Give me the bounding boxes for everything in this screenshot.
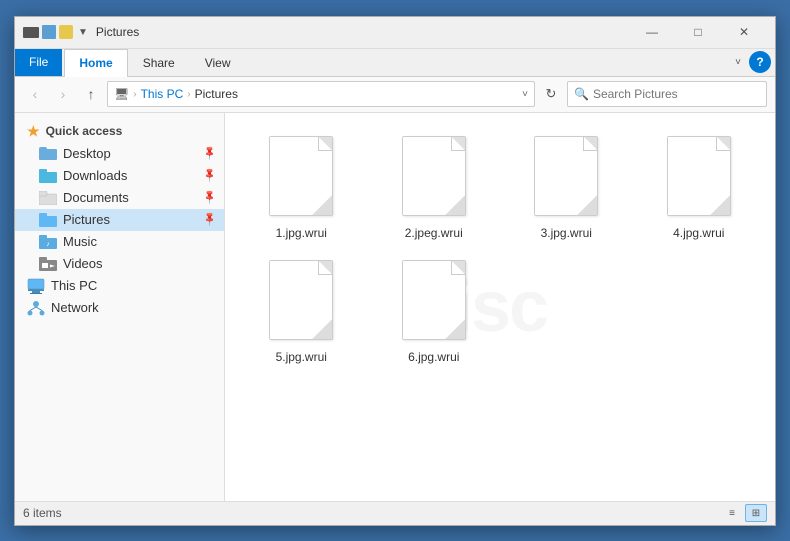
sidebar-item-this-pc[interactable]: This PC [15,275,224,297]
file-item[interactable]: 1.jpg.wrui [237,129,366,245]
file-paper [402,260,466,340]
sidebar-item-videos[interactable]: Videos [15,253,224,275]
file-icon [265,260,337,346]
sidebar: ★ Quick access Desktop 📌 Dow [15,113,225,501]
title-bar-icon: ▼ [23,25,88,39]
window-title: Pictures [96,25,629,39]
file-name: 6.jpg.wrui [408,350,459,364]
svg-text:♪: ♪ [46,241,50,248]
pin-icon-downloads: 📌 [201,167,218,184]
breadcrumb-dropdown[interactable]: ˅ [522,89,528,100]
explorer-window: ▼ Pictures — □ ✕ File Home Share View ˅ … [14,16,776,526]
close-button[interactable]: ✕ [721,16,767,48]
file-name: 5.jpg.wrui [276,350,327,364]
sidebar-section-quick-access: ★ Quick access [15,117,224,143]
file-item[interactable]: 6.jpg.wrui [370,253,499,369]
breadcrumb-pictures[interactable]: Pictures [195,87,238,101]
pin-icon-pictures: 📌 [201,211,218,228]
view-grid-button[interactable]: ⊞ [745,504,767,522]
back-button[interactable]: ‹ [23,82,47,106]
breadcrumb: 🖥 › This PC › Pictures ˅ [107,81,535,107]
up-button[interactable]: ↑ [79,82,103,106]
status-bar: 6 items ≡ ⊞ [15,501,775,525]
network-icon [27,300,45,316]
folder-music-icon: ♪ [39,234,57,250]
file-item[interactable]: 4.jpg.wrui [635,129,764,245]
ribbon-right: ˅ ? [731,49,775,76]
file-paper [534,136,598,216]
pin-icon-documents: 📌 [201,189,218,206]
view-controls: ≡ ⊞ [721,504,767,522]
file-name: 2.jpeg.wrui [405,226,463,240]
refresh-button[interactable]: ↻ [539,82,563,106]
file-name: 4.jpg.wrui [673,226,724,240]
file-name: 1.jpg.wrui [276,226,327,240]
file-paper [667,136,731,216]
folder-documents-icon [39,190,57,206]
search-icon: 🔍 [574,87,589,101]
window-controls: — □ ✕ [629,16,767,48]
title-bar: ▼ Pictures — □ ✕ [15,17,775,49]
ribbon: File Home Share View ˅ ? [15,49,775,77]
folder-desktop-icon [39,146,57,162]
ribbon-tabs: File Home Share View ˅ ? [15,49,775,77]
maximize-button[interactable]: □ [675,16,721,48]
file-paper [269,136,333,216]
sidebar-item-desktop[interactable]: Desktop 📌 [15,143,224,165]
file-paper [269,260,333,340]
computer-icon [27,278,45,294]
file-name: 3.jpg.wrui [541,226,592,240]
sidebar-item-documents[interactable]: Documents 📌 [15,187,224,209]
main-area: ★ Quick access Desktop 📌 Dow [15,113,775,501]
search-input[interactable] [593,87,760,101]
star-icon: ★ [27,123,40,140]
folder-videos-icon [39,256,57,272]
file-grid: 1.jpg.wrui 2.jpeg.wrui [237,129,763,369]
sidebar-item-network[interactable]: Network [15,297,224,319]
file-item[interactable]: 3.jpg.wrui [502,129,631,245]
sidebar-item-downloads[interactable]: Downloads 📌 [15,165,224,187]
file-icon [398,136,470,222]
file-paper [402,136,466,216]
file-icon [398,260,470,346]
folder-pictures-icon [39,212,57,228]
search-bar: 🔍 [567,81,767,107]
tab-home[interactable]: Home [64,49,127,77]
file-item[interactable]: 2.jpeg.wrui [370,129,499,245]
sidebar-item-music[interactable]: ♪ Music [15,231,224,253]
view-list-button[interactable]: ≡ [721,504,743,522]
file-icon [530,136,602,222]
tab-file[interactable]: File [15,49,62,76]
ribbon-collapse-button[interactable]: ˅ [731,55,745,70]
forward-button[interactable]: › [51,82,75,106]
file-icon [663,136,735,222]
folder-downloads-icon [39,168,57,184]
minimize-button[interactable]: — [629,16,675,48]
computer-icon: 🖥 [114,87,129,101]
help-button[interactable]: ? [749,51,771,73]
breadcrumb-this-pc[interactable]: This PC [141,87,184,101]
content-area: isc 1.jpg.wrui [225,113,775,501]
sidebar-item-pictures[interactable]: Pictures 📌 [15,209,224,231]
file-icon [265,136,337,222]
tab-share[interactable]: Share [128,49,190,77]
address-bar: ‹ › ↑ 🖥 › This PC › Pictures ˅ ↻ 🔍 [15,77,775,113]
pin-icon-desktop: 📌 [201,145,218,162]
item-count: 6 items [23,506,62,520]
file-item[interactable]: 5.jpg.wrui [237,253,366,369]
tab-view[interactable]: View [190,49,246,77]
